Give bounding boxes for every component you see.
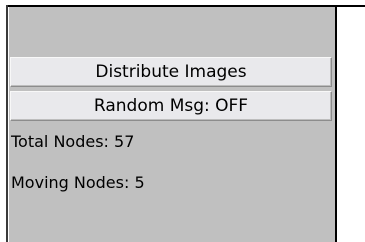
left-border (6, 5, 8, 242)
distribute-images-button[interactable]: Distribute Images (10, 57, 332, 87)
panel-right-border (335, 7, 337, 242)
moving-nodes-label: Moving Nodes: 5 (11, 173, 145, 192)
random-msg-toggle-button[interactable]: Random Msg: OFF (10, 91, 332, 121)
control-panel: Distribute Images Random Msg: OFF Total … (9, 7, 335, 242)
screen: Distribute Images Random Msg: OFF Total … (0, 0, 365, 242)
total-nodes-label: Total Nodes: 57 (11, 132, 135, 151)
